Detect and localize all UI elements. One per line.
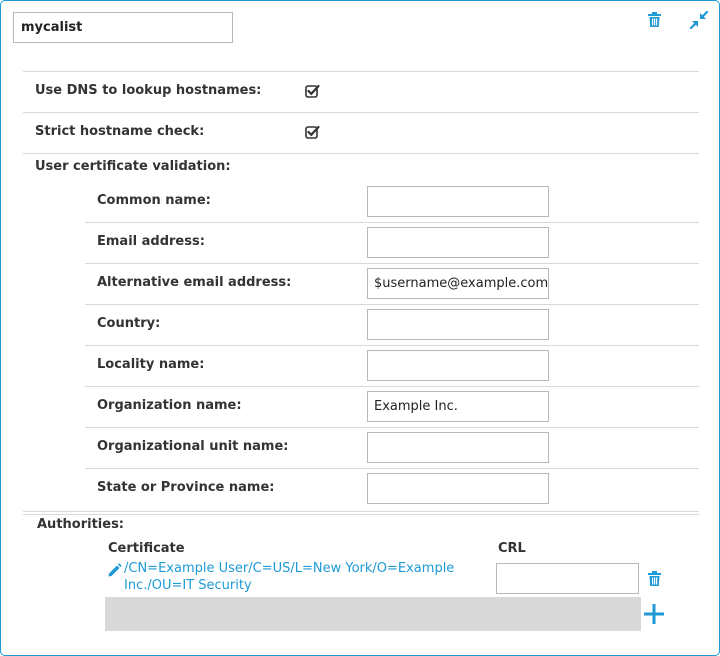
plus-icon	[644, 604, 664, 624]
crl-field[interactable]	[496, 563, 639, 594]
divider	[85, 386, 699, 387]
delete-authority-button[interactable]	[648, 571, 661, 586]
dns-lookup-label: Use DNS to lookup hostnames:	[35, 83, 262, 98]
divider	[23, 511, 699, 512]
state-province-field[interactable]	[367, 473, 549, 504]
divider	[85, 427, 699, 428]
trash-icon	[648, 571, 661, 586]
authorities-label: Authorities:	[37, 517, 125, 532]
certificate-link-line2[interactable]: Inc./OU=IT Security	[124, 577, 252, 594]
alt-email-field[interactable]: $username@example.com	[367, 268, 549, 299]
org-unit-name-label: Organizational unit name:	[97, 439, 289, 454]
cert-validation-label: User certificate validation:	[35, 159, 231, 174]
edit-certificate-button[interactable]	[107, 563, 122, 578]
email-address-label: Email address:	[97, 234, 205, 249]
divider	[85, 222, 699, 223]
new-authority-row	[105, 597, 641, 631]
trash-icon	[648, 12, 661, 27]
divider	[85, 468, 699, 469]
divider	[23, 71, 699, 72]
divider	[85, 263, 699, 264]
pencil-icon	[107, 563, 122, 578]
divider	[85, 304, 699, 305]
country-field[interactable]	[367, 309, 549, 340]
certificate-column-header: Certificate	[108, 541, 185, 556]
divider	[23, 514, 699, 515]
state-province-label: State or Province name:	[97, 480, 275, 495]
strict-hostname-label: Strict hostname check:	[35, 124, 205, 139]
common-name-field[interactable]	[367, 186, 549, 217]
divider	[85, 345, 699, 346]
checkbox-checked-icon	[305, 125, 320, 139]
dns-lookup-checkbox[interactable]	[305, 84, 320, 98]
crl-column-header: CRL	[498, 541, 526, 556]
delete-list-button[interactable]	[648, 12, 661, 27]
ca-list-panel: mycalist Use DNS to lookup hostnames: St…	[0, 0, 720, 656]
checkbox-checked-icon	[305, 84, 320, 98]
locality-name-field[interactable]	[367, 350, 549, 381]
country-label: Country:	[97, 316, 161, 331]
organization-name-label: Organization name:	[97, 398, 242, 413]
collapse-arrows-icon	[690, 11, 708, 29]
strict-hostname-checkbox[interactable]	[305, 125, 320, 139]
add-authority-button[interactable]	[644, 604, 664, 624]
certificate-link-line1[interactable]: /CN=Example User/C=US/L=New York/O=Examp…	[124, 560, 454, 577]
alt-email-label: Alternative email address:	[97, 275, 292, 290]
collapse-button[interactable]	[690, 11, 708, 29]
org-unit-name-field[interactable]	[367, 432, 549, 463]
email-address-field[interactable]	[367, 227, 549, 258]
locality-name-label: Locality name:	[97, 357, 205, 372]
organization-name-field[interactable]: Example Inc.	[367, 391, 549, 422]
divider	[23, 153, 699, 154]
common-name-label: Common name:	[97, 193, 211, 208]
ca-list-name-input[interactable]: mycalist	[13, 12, 233, 43]
divider	[23, 112, 699, 113]
